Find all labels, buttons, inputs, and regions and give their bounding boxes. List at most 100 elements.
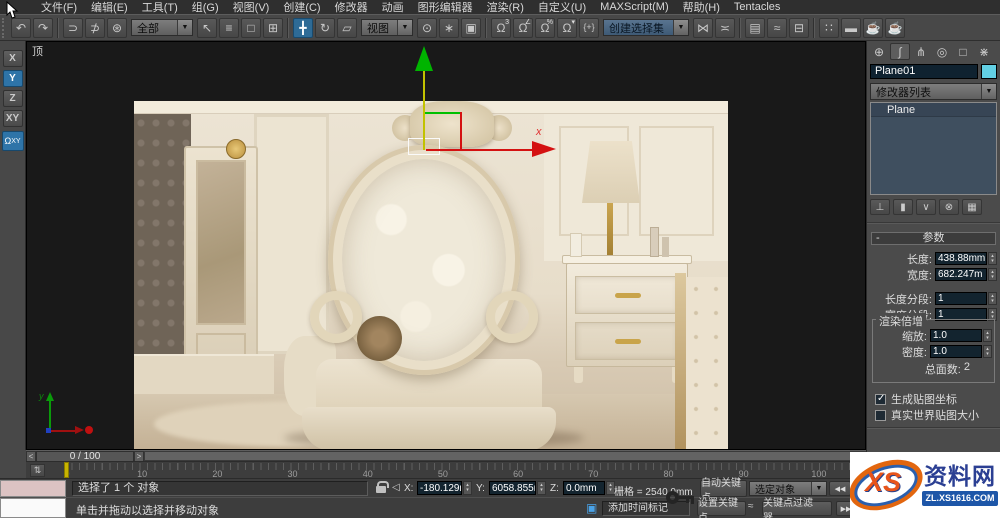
select-by-name-icon[interactable]: ≡ [219, 18, 239, 38]
isolate-cube-icon[interactable]: ▣ [586, 501, 597, 515]
axis-constraint-button[interactable]: X [3, 50, 23, 67]
menu-item[interactable]: 组(G) [185, 0, 226, 15]
snap-axis-constraint-icon[interactable]: ΩXY [2, 131, 24, 151]
macro-recorder-field[interactable] [0, 480, 66, 497]
axis-constraint-button[interactable]: Z [3, 90, 23, 107]
menu-item[interactable]: 帮助(H) [676, 0, 727, 15]
gizmo-x-axis-stem[interactable] [426, 149, 534, 151]
render-setup-icon[interactable]: ▬ [841, 18, 861, 38]
display-tab-icon[interactable]: □ [953, 43, 973, 60]
parameters-rollout-header[interactable]: - 参数 [871, 232, 996, 245]
go-to-start-icon[interactable]: ◀◀ [829, 481, 851, 496]
toolbar-handle[interactable] [2, 18, 7, 38]
modifier-stack[interactable]: Plane [870, 102, 997, 195]
spinner-icon[interactable] [983, 329, 992, 342]
angle-snap-icon[interactable]: Ω∠ [513, 18, 533, 38]
selection-region-icon[interactable]: □ [241, 18, 261, 38]
parameter-value-field[interactable]: 1.0 [930, 345, 982, 358]
create-tab-icon[interactable]: ⊕ [869, 43, 889, 60]
material-editor-icon[interactable]: ∷ [819, 18, 839, 38]
menu-item[interactable]: 渲染(R) [480, 0, 531, 15]
checkbox-row[interactable]: 生成贴图坐标 [875, 391, 999, 407]
bind-spacewarp-icon[interactable]: ⊛ [107, 18, 127, 38]
z-coord-field[interactable]: 0.0mm [563, 481, 605, 495]
time-slider-track[interactable] [144, 451, 866, 461]
menu-item[interactable]: 文件(F) [34, 0, 84, 15]
configure-modifier-sets-icon[interactable]: ▦ [962, 199, 982, 215]
menu-item[interactable]: MAXScript(M) [593, 1, 675, 13]
make-unique-icon[interactable]: ∨ [916, 199, 936, 215]
menu-item[interactable]: 自定义(U) [531, 0, 593, 15]
menu-item[interactable]: 编辑(E) [84, 0, 135, 15]
menu-item[interactable]: 修改器 [328, 0, 375, 15]
maxscript-listener-field[interactable] [0, 498, 66, 518]
redo-icon[interactable]: ↷ [33, 18, 53, 38]
set-key-toggle-icon[interactable] [666, 486, 696, 510]
spinner-icon[interactable] [988, 292, 997, 305]
utilities-tab-icon[interactable]: ⋇ [974, 43, 994, 60]
parameter-value-field[interactable]: 1 [935, 292, 987, 305]
reference-coordinate-dropdown[interactable]: 视图 ▼ [361, 19, 413, 36]
stack-item[interactable]: Plane [871, 103, 996, 117]
use-pivot-center-icon[interactable]: ⊙ [417, 18, 437, 38]
menu-item[interactable]: 工具(T) [135, 0, 185, 15]
absolute-mode-icon[interactable]: ◁ [392, 482, 400, 493]
object-name-field[interactable]: Plane01 [870, 64, 978, 79]
select-object-icon[interactable]: ↖ [197, 18, 217, 38]
axis-constraint-button[interactable]: Y [3, 70, 23, 87]
snap-toggle-icon[interactable]: Ω3 [491, 18, 511, 38]
select-and-scale-icon[interactable]: ▱ [337, 18, 357, 38]
modifier-list-dropdown[interactable]: 修改器列表 ▼ [870, 83, 997, 100]
curve-editor-icon[interactable]: ≈ [767, 18, 787, 38]
viewport-label[interactable]: 顶 [32, 43, 43, 59]
axis-constraint-button[interactable]: XY [3, 110, 23, 127]
menu-item[interactable]: 动画 [375, 0, 411, 15]
gizmo-xy-plane-handle-red[interactable] [460, 112, 462, 151]
unlink-icon[interactable]: ⊅ [85, 18, 105, 38]
mini-curve-editor-icon[interactable]: ⇅ [30, 464, 45, 477]
schematic-view-icon[interactable]: ⊟ [789, 18, 809, 38]
select-and-move-icon[interactable]: ╋ [293, 18, 313, 38]
gizmo-x-axis-arrow[interactable] [532, 141, 556, 157]
undo-icon[interactable]: ↶ [11, 18, 31, 38]
object-color-swatch[interactable] [981, 64, 997, 79]
spinner-icon[interactable] [983, 345, 992, 358]
pin-stack-icon[interactable]: ⊥ [870, 199, 890, 215]
y-coord-field[interactable]: 6058.855m [489, 481, 536, 495]
menu-item[interactable]: 视图(V) [226, 0, 277, 15]
time-slider[interactable]: < 0 / 100 > [26, 450, 866, 461]
menu-item[interactable]: 创建(C) [276, 0, 327, 15]
keyboard-override-icon[interactable]: {+} [579, 18, 599, 38]
spinner-snap-icon[interactable]: Ω▾ [557, 18, 577, 38]
spinner-icon[interactable] [988, 252, 997, 265]
show-end-result-icon[interactable]: ▮ [893, 199, 913, 215]
menu-item[interactable]: 图形编辑器 [411, 0, 480, 15]
checkbox[interactable] [875, 394, 886, 405]
spinner-icon[interactable] [988, 268, 997, 281]
toggle-ribbon-icon[interactable]: ▣ [461, 18, 481, 38]
select-and-manipulate-icon[interactable]: ∗ [439, 18, 459, 38]
render-production-icon[interactable]: ☕ [885, 18, 905, 38]
parameter-value-field[interactable]: 1.0 [930, 329, 982, 342]
checkbox-row[interactable]: 真实世界贴图大小 [875, 407, 999, 423]
remove-modifier-icon[interactable]: ⊗ [939, 199, 959, 215]
gizmo-y-axis-stem[interactable] [423, 69, 425, 150]
named-selection-sets-dropdown[interactable]: 创建选择集 ▼ [603, 19, 689, 36]
mirror-icon[interactable]: ⋈ [693, 18, 713, 38]
parameter-value-field[interactable]: 682.247m [935, 268, 987, 281]
gizmo-y-axis-arrow[interactable] [415, 46, 433, 71]
current-frame-marker[interactable] [64, 462, 69, 478]
set-key-button[interactable]: 设置关键点 [697, 501, 746, 516]
x-coord-field[interactable]: -180.129m [417, 481, 462, 495]
modify-tab-icon[interactable]: ∫ [890, 43, 910, 60]
selection-filter-dropdown[interactable]: 全部 ▼ [131, 19, 193, 36]
layer-manager-icon[interactable]: ▤ [745, 18, 765, 38]
percent-snap-icon[interactable]: Ω% [535, 18, 555, 38]
window-crossing-icon[interactable]: ⊞ [263, 18, 283, 38]
selection-lock-icon[interactable] [376, 486, 386, 493]
menu-item[interactable]: Tentacles [727, 1, 787, 13]
viewport[interactable]: 顶 [26, 41, 866, 450]
hierarchy-tab-icon[interactable]: ⋔ [911, 43, 931, 60]
spinner-icon[interactable] [463, 481, 472, 495]
select-link-icon[interactable]: ⊃ [63, 18, 83, 38]
